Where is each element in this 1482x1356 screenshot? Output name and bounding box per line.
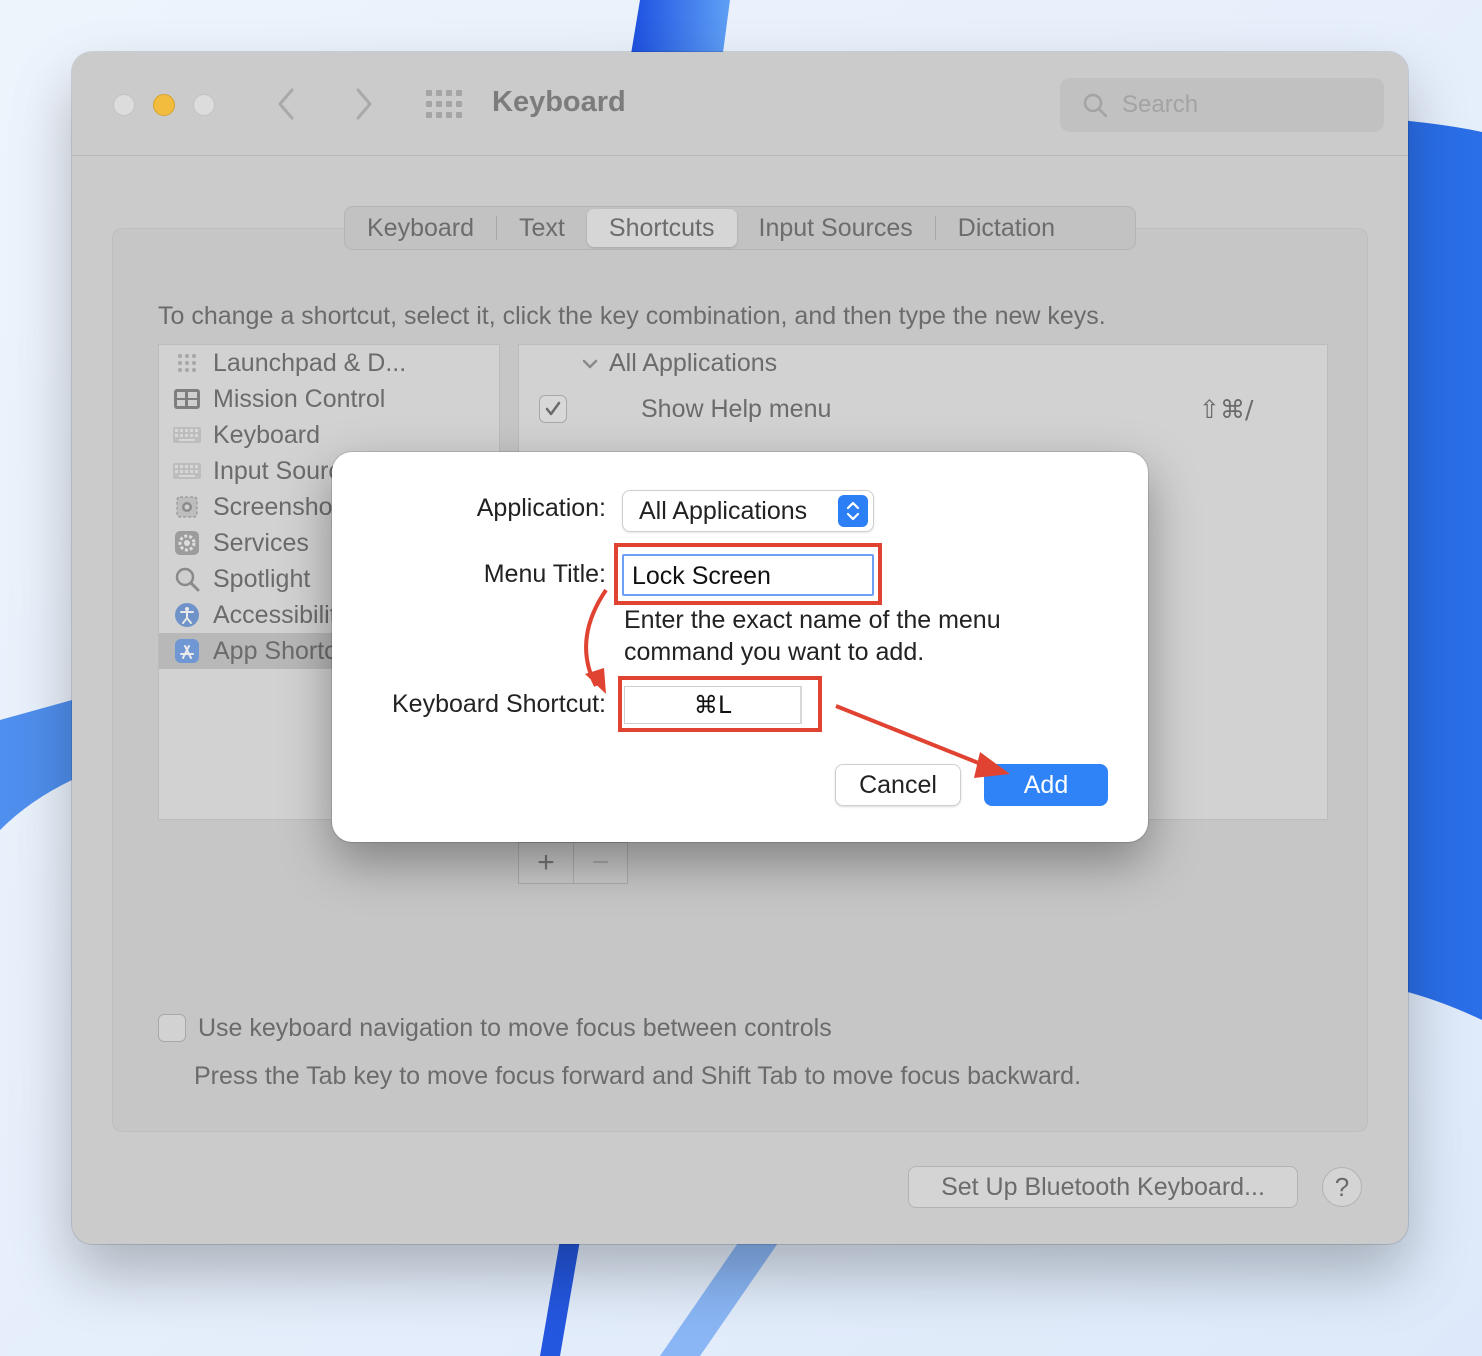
tab-dictation[interactable]: Dictation (936, 207, 1077, 249)
shortcut-name: Show Help menu (641, 395, 832, 423)
category-launchpad[interactable]: Launchpad & D... (159, 345, 499, 381)
tab-keyboard[interactable]: Keyboard (345, 207, 496, 249)
category-label: Spotlight (213, 564, 311, 593)
table-row[interactable]: Show Help menu ⇧⌘/ (519, 389, 1327, 429)
keyboard-shortcut-label: Keyboard Shortcut: (391, 690, 606, 718)
group-all-applications[interactable]: All Applications (579, 349, 777, 378)
shortcut-keys[interactable]: ⇧⌘/ (1199, 395, 1253, 424)
category-label: Keyboard (213, 420, 321, 449)
category-label: Services (213, 528, 309, 557)
help-button[interactable]: ? (1322, 1167, 1362, 1207)
menu-title-value: Lock Screen (632, 562, 771, 590)
accessibility-icon (173, 601, 201, 629)
group-label: All Applications (609, 349, 778, 377)
set-up-bluetooth-keyboard-button[interactable]: Set Up Bluetooth Keyboard... (908, 1166, 1298, 1208)
cancel-button[interactable]: Cancel (835, 764, 961, 806)
tab-shortcuts[interactable]: Shortcuts (586, 209, 737, 247)
titlebar: Keyboard Search (72, 52, 1408, 156)
chevron-right-icon (356, 88, 372, 120)
checkmark-icon (545, 401, 561, 416)
enable-checkbox[interactable] (539, 395, 567, 423)
minimize-button[interactable] (153, 94, 175, 116)
remove-shortcut-button[interactable]: − (573, 843, 627, 883)
gear-icon (173, 529, 201, 557)
hint-line: command you want to add. (624, 638, 925, 666)
category-keyboard[interactable]: Keyboard (159, 417, 499, 453)
category-label: Launchpad & D... (213, 348, 407, 377)
keyboard-icon (173, 421, 201, 449)
search-field[interactable]: Search (1060, 78, 1384, 132)
add-shortcut-sheet: Application: All Applications Menu Title… (332, 452, 1148, 842)
category-label: Mission Control (213, 384, 386, 413)
close-button[interactable] (113, 94, 135, 116)
keyboard-icon (173, 457, 201, 485)
forward-button[interactable] (348, 86, 378, 122)
category-mission-control[interactable]: Mission Control (159, 381, 499, 417)
keyboard-navigation-checkbox[interactable] (158, 1014, 186, 1042)
launchpad-icon (173, 349, 201, 377)
app-store-icon (173, 637, 201, 665)
chevron-left-icon (278, 88, 294, 120)
chevron-down-icon (582, 359, 598, 368)
search-icon (1082, 92, 1108, 118)
application-select[interactable]: All Applications (622, 490, 874, 532)
window-title: Keyboard (492, 86, 626, 118)
menu-title-label: Menu Title: (483, 560, 606, 588)
zoom-button[interactable] (193, 94, 215, 116)
menu-title-input[interactable]: Lock Screen (622, 554, 874, 596)
application-value: All Applications (639, 497, 808, 525)
tab-bar: Keyboard Text Shortcuts Input Sources Di… (344, 206, 1136, 250)
hint-line: Enter the exact name of the menu (624, 606, 1001, 634)
keyboard-navigation-label[interactable]: Use keyboard navigation to move focus be… (198, 1014, 832, 1043)
search-placeholder: Search (1122, 91, 1199, 118)
up-down-chevron-icon (838, 495, 868, 527)
add-shortcut-button[interactable]: + (519, 843, 573, 883)
keyboard-shortcut-input[interactable]: ⌘L (624, 686, 802, 724)
keyboard-navigation-description: Press the Tab key to move focus forward … (194, 1062, 1082, 1090)
tab-text[interactable]: Text (497, 207, 587, 249)
menu-title-hint: Enter the exact name of the menu command… (624, 604, 1001, 668)
screenshot-icon (173, 493, 201, 521)
tab-input-sources[interactable]: Input Sources (737, 207, 935, 249)
instruction-text: To change a shortcut, select it, click t… (158, 302, 1106, 330)
add-remove-control: + − (518, 842, 628, 884)
application-label: Application: (476, 494, 606, 522)
mission-control-icon (173, 385, 201, 413)
back-button[interactable] (272, 86, 302, 122)
add-button[interactable]: Add (984, 764, 1108, 806)
category-label: Accessibility (213, 600, 350, 629)
magnifier-icon (173, 565, 201, 593)
show-all-grid-icon[interactable] (426, 90, 464, 118)
